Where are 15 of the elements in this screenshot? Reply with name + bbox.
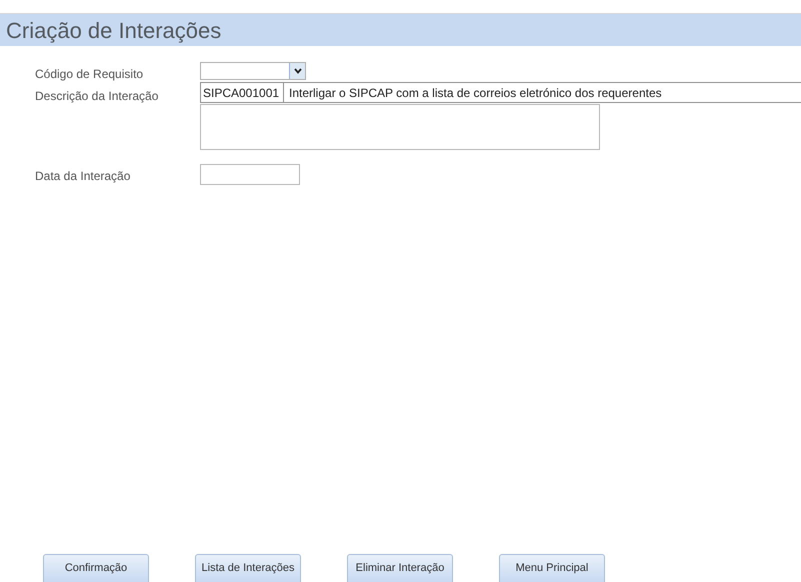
field-label: Data da Interação xyxy=(35,168,132,185)
date-field[interactable] xyxy=(200,164,300,185)
form-button[interactable]: Confirmação xyxy=(43,554,149,582)
form-button[interactable]: Eliminar Interação xyxy=(347,554,453,582)
field-label: Descrição da Interação xyxy=(35,88,160,105)
form-button[interactable]: Menu Principal xyxy=(499,554,605,582)
code-cell: SIPCA001001 xyxy=(201,83,284,102)
chevron-down-icon xyxy=(294,68,302,74)
dropdown-button[interactable] xyxy=(289,63,305,79)
dropdown-row[interactable]: SIPCA001001 Interligar o SIPCAP com a lista de correios eletrónico dos requerentes xyxy=(201,83,801,102)
window-title: Criação de Interações xyxy=(6,16,222,45)
description-cell-text: Interligar o SIPCAP com a lista de correios eletrónico dos requerentes xyxy=(288,84,662,102)
description-field[interactable] xyxy=(200,104,600,150)
form-button[interactable]: Lista de Interações xyxy=(195,554,301,582)
field-label: Código de Requisito xyxy=(35,66,144,83)
